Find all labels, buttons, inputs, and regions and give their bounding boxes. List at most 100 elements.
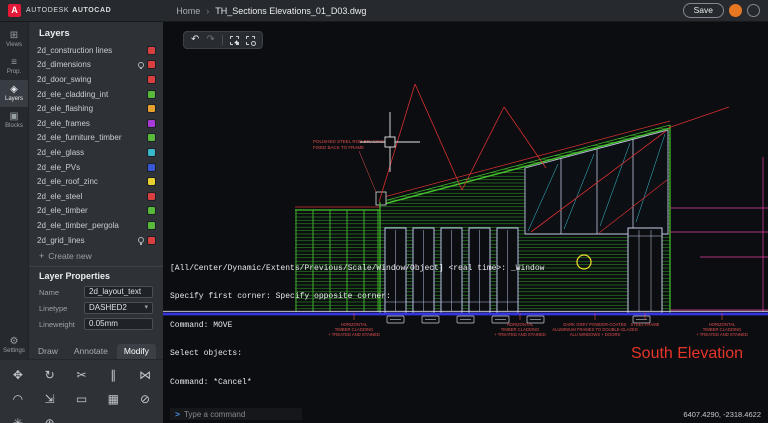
layer-row[interactable]: 2d_ele_flashing: [29, 101, 163, 116]
toolbar-divider: [221, 35, 223, 45]
drawing-title: South Elevation: [631, 345, 743, 362]
chevron-down-icon: ▾: [144, 304, 148, 312]
layer-name: 2d_ele_glass: [37, 147, 85, 157]
layer-color-swatch[interactable]: [147, 89, 156, 99]
layer-name: 2d_construction lines: [37, 45, 113, 55]
layer-color-swatch[interactable]: [147, 162, 156, 172]
tool-offset-icon[interactable]: ∥: [97, 363, 129, 387]
layer-name: 2d_ele_timber: [37, 206, 88, 216]
brand-text: AUTODESK AUTOCAD: [26, 7, 112, 14]
layer-row[interactable]: 2d_ele_glass: [29, 145, 163, 160]
drawing-canvas[interactable]: POLISHED STEEL ROD BRACING FIXED BACK TO…: [163, 22, 768, 423]
annotation-bracing-note: POLISHED STEEL ROD BRACING FIXED BACK TO…: [313, 139, 385, 193]
layer-row[interactable]: 2d_ele_furniture_timber: [29, 131, 163, 146]
zoom-window-icon[interactable]: [245, 35, 256, 46]
command-line: Command: MOVE: [170, 320, 233, 330]
tool-move-icon[interactable]: ✥: [2, 363, 34, 387]
topbar: A AUTODESK AUTOCAD Home › TH_Sections Ele…: [0, 0, 768, 22]
save-button[interactable]: Save: [682, 3, 724, 18]
layer-row[interactable]: 2d_ele_timber_pergola: [29, 218, 163, 233]
crosshair-cursor: [360, 112, 420, 172]
sidebar-item-blocks[interactable]: ▣ Blocks: [0, 107, 28, 134]
autocad-web-app: A AUTODESK AUTOCAD Home › TH_Sections Ele…: [0, 0, 768, 423]
tab-modify[interactable]: Modify: [116, 344, 156, 359]
layer-row[interactable]: 2d_door_swing: [29, 72, 163, 87]
tool-explode-icon[interactable]: ✳: [2, 411, 34, 423]
tool-stretch-icon[interactable]: ▭: [66, 387, 98, 411]
svg-text:+ TREATED AND STAINED: + TREATED AND STAINED: [696, 332, 748, 337]
layer-row[interactable]: 2d_ele_steel: [29, 189, 163, 204]
layer-color-swatch[interactable]: [147, 74, 156, 84]
layer-color-swatch[interactable]: [147, 45, 156, 55]
command-input[interactable]: > Type a command: [170, 408, 302, 420]
breadcrumb-filename: TH_Sections Elevations_01_D03.dwg: [215, 5, 367, 16]
layer-name: 2d_door_swing: [37, 74, 92, 84]
sidebar-item-views[interactable]: ⊞ Views: [0, 26, 28, 53]
layer-color-swatch[interactable]: [147, 147, 156, 157]
layer-color-swatch[interactable]: [147, 206, 156, 216]
layer-color-swatch[interactable]: [147, 235, 156, 245]
command-placeholder: Type a command: [183, 409, 246, 419]
tool-join-icon[interactable]: ⊕: [34, 411, 66, 423]
layer-color-swatch[interactable]: [147, 220, 156, 230]
tab-draw[interactable]: Draw: [31, 344, 65, 359]
create-new-layer-button[interactable]: + Create new: [29, 247, 163, 268]
canvas-toolbar: ↶ ↷: [183, 31, 263, 49]
plus-icon: +: [39, 251, 45, 262]
sidebar-item-settings[interactable]: ⚙ Settings: [0, 332, 28, 359]
tool-fillet-icon[interactable]: ◠: [2, 387, 34, 411]
layer-color-swatch[interactable]: [147, 177, 156, 187]
layer-visibility-bulb-icon[interactable]: [138, 61, 144, 70]
linetype-label: Linetype: [39, 303, 68, 313]
gear-icon: ⚙: [9, 336, 19, 347]
blocks-icon: ▣: [9, 111, 19, 122]
views-icon: ⊞: [9, 30, 19, 41]
svg-text:ALU WINDOWS + DOORS: ALU WINDOWS + DOORS: [570, 332, 621, 337]
tool-trim-icon[interactable]: ✂: [66, 363, 98, 387]
tool-mirror-icon[interactable]: ⋈: [129, 363, 161, 387]
layer-visibility-bulb-icon[interactable]: [138, 237, 144, 245]
layer-row[interactable]: 2d_ele_timber: [29, 204, 163, 219]
layer-name: 2d_ele_cladding_int: [37, 89, 109, 99]
layer-color-swatch[interactable]: [147, 60, 156, 70]
layer-row[interactable]: 2d_ele_cladding_int: [29, 87, 163, 102]
tool-rotate-icon[interactable]: ↻: [34, 363, 66, 387]
panel-title: Layers: [39, 28, 70, 39]
svg-text:POLISHED STEEL ROD BRACING: POLISHED STEEL ROD BRACING: [313, 139, 385, 144]
layer-color-swatch[interactable]: [147, 191, 156, 201]
linetype-select[interactable]: DASHED2 ▾: [84, 302, 153, 315]
properties-icon: ≡: [11, 57, 17, 68]
layer-row[interactable]: 2d_construction lines: [29, 43, 163, 58]
user-avatar[interactable]: [729, 4, 742, 17]
layer-name: 2d_ele_timber_pergola: [37, 220, 119, 230]
tab-annotate[interactable]: Annotate: [67, 344, 115, 359]
sidebar-item-layers[interactable]: ◈ Layers: [0, 80, 28, 107]
layer-row[interactable]: 2d_ele_frames: [29, 116, 163, 131]
tool-erase-icon[interactable]: ⊘: [129, 387, 161, 411]
command-history: [All/Center/Dynamic/Extents/Previous/Sca…: [170, 245, 544, 407]
select-window-icon[interactable]: [229, 35, 240, 46]
layer-row[interactable]: 2d_dimensions: [29, 58, 163, 73]
layer-name-input[interactable]: 2d_layout_text: [84, 286, 153, 299]
command-line: Select objects:: [170, 349, 243, 358]
autocad-logo-icon[interactable]: A: [8, 4, 21, 17]
name-label: Name: [39, 287, 60, 297]
undo-icon[interactable]: ↶: [191, 35, 199, 45]
help-menu-icon[interactable]: [747, 4, 760, 17]
tool-array-icon[interactable]: ▦: [97, 387, 129, 411]
layer-row[interactable]: 2d_grid_lines: [29, 233, 163, 248]
layer-color-swatch[interactable]: [147, 118, 156, 128]
layer-color-swatch[interactable]: [147, 104, 156, 114]
layer-name: 2d_ele_frames: [37, 118, 90, 128]
tool-scale-icon[interactable]: ⇲: [34, 387, 66, 411]
layers-panel: Layers 2d_construction lines 2d_dimensio…: [28, 22, 163, 359]
layer-row[interactable]: 2d_ele_roof_zinc: [29, 174, 163, 189]
command-line: [All/Center/Dynamic/Extents/Previous/Sca…: [170, 263, 545, 273]
svg-text:STEEL FRAME: STEEL FRAME: [631, 322, 660, 327]
layer-row[interactable]: 2d_ele_PVs: [29, 160, 163, 175]
breadcrumb-home-link[interactable]: Home: [176, 6, 200, 16]
layer-color-swatch[interactable]: [147, 133, 156, 143]
redo-icon[interactable]: ↷: [206, 35, 214, 45]
lineweight-input[interactable]: 0.05mm: [84, 318, 153, 331]
sidebar-item-properties[interactable]: ≡ Prop.: [0, 53, 28, 80]
